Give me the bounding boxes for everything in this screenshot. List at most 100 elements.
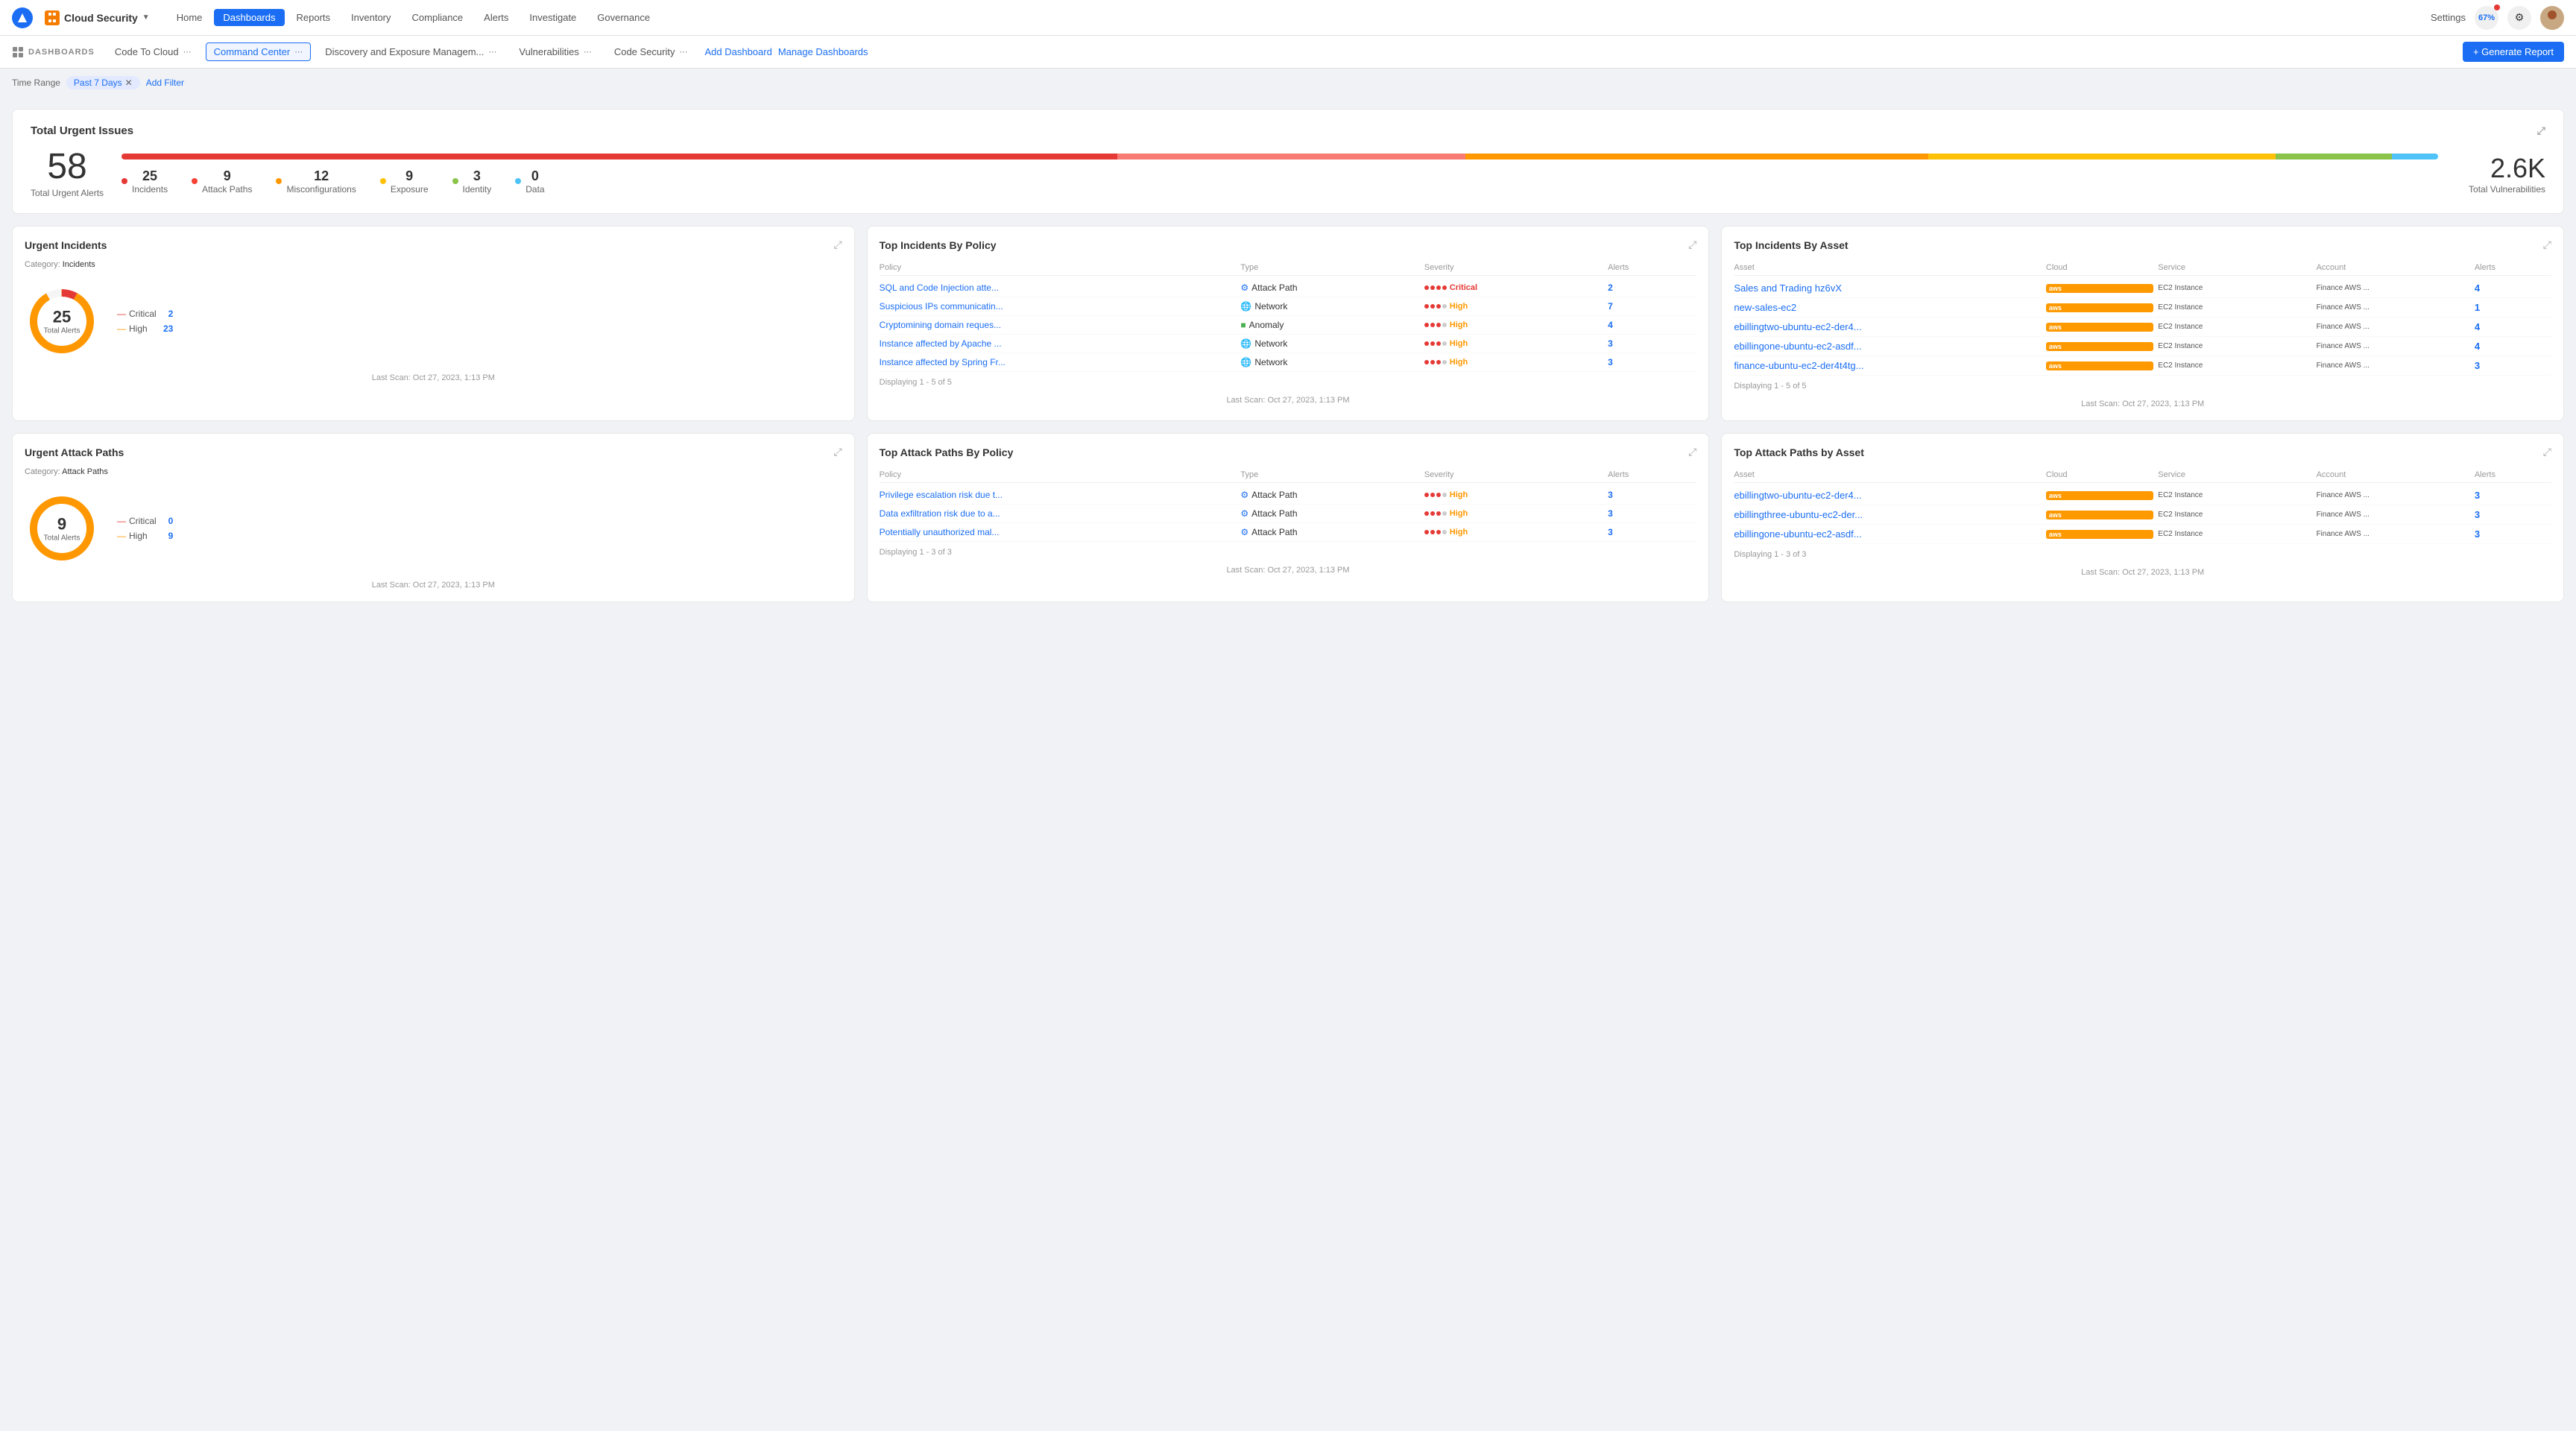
asset-alerts-1[interactable]: 4 xyxy=(2475,282,2551,294)
progress-incidents xyxy=(121,154,1117,159)
category-misconfig: 12 Misconfigurations xyxy=(276,168,356,195)
asset-alerts-4[interactable]: 4 xyxy=(2475,341,2551,352)
filter-tag-remove[interactable]: ✕ xyxy=(125,78,133,88)
dashboard-tabs-bar: DASHBOARDS Code To Cloud ⋯ Command Cente… xyxy=(0,36,2576,69)
attack-high-dash: — xyxy=(117,531,126,541)
attack-asset-alerts-1[interactable]: 3 xyxy=(2475,490,2551,501)
severity-badge-2: High xyxy=(1424,302,1602,311)
manage-dashboards-link[interactable]: Manage Dashboards xyxy=(778,46,868,57)
asset-link-5[interactable]: finance-ubuntu-ec2-der4t4tg... xyxy=(1734,360,2042,371)
tab-command-center[interactable]: Command Center ⋯ xyxy=(206,42,312,61)
policy-link-4[interactable]: Instance affected by Apache ... xyxy=(880,338,1235,349)
product-switcher[interactable]: Cloud Security ▼ xyxy=(45,10,150,25)
tab-discovery[interactable]: Discovery and Exposure Managem... ⋯ xyxy=(317,42,505,61)
main-content: Total Urgent Issues ⤢ 58 Total Urgent Al… xyxy=(0,97,2576,626)
top-attack-asset-expand[interactable]: ⤢ xyxy=(2543,446,2551,458)
nav-reports[interactable]: Reports xyxy=(288,9,340,26)
asset-link-1[interactable]: Sales and Trading hz6vX xyxy=(1734,282,2042,294)
tab-code-to-cloud[interactable]: Code To Cloud ⋯ xyxy=(107,42,200,61)
attack-policy-row-3: Potentially unauthorized mal... ⚙ Attack… xyxy=(880,523,1697,542)
asset-alerts-2[interactable]: 1 xyxy=(2475,302,2551,313)
attack-asset-link-1[interactable]: ebillingtwo-ubuntu-ec2-der4... xyxy=(1734,490,2042,501)
tab-code-to-cloud-menu[interactable]: ⋯ xyxy=(183,47,192,57)
urgent-issues-expand[interactable]: ⤢ xyxy=(2537,124,2545,137)
total-vulns-block: 2.6K Total Vulnerabilities xyxy=(2456,153,2545,195)
alerts-count-3[interactable]: 4 xyxy=(1608,320,1696,330)
tab-vulnerabilities[interactable]: Vulnerabilities ⋯ xyxy=(511,42,599,61)
urgent-attack-paths-expand[interactable]: ⤢ xyxy=(833,446,842,458)
high-dash: — xyxy=(117,323,126,334)
add-dashboard-link[interactable]: Add Dashboard xyxy=(704,46,771,57)
critical-count[interactable]: 2 xyxy=(168,309,174,319)
gear-icon-btn[interactable]: ⚙ xyxy=(2507,6,2531,30)
service-1: EC2 Instance xyxy=(2158,284,2311,292)
tab-vulnerabilities-menu[interactable]: ⋯ xyxy=(584,47,592,57)
severity-row-critical: — Critical 2 xyxy=(117,306,173,321)
nav-alerts[interactable]: Alerts xyxy=(475,9,517,26)
attack-policy-row-1: Privilege escalation risk due t... ⚙ Att… xyxy=(880,486,1697,505)
percentage-icon-btn[interactable]: 67% xyxy=(2475,6,2498,30)
policy-link-2[interactable]: Suspicious IPs communicatin... xyxy=(880,301,1235,312)
top-incidents-asset-expand[interactable]: ⤢ xyxy=(2543,238,2551,251)
urgent-incidents-donut: 25 Total Alerts xyxy=(25,284,99,358)
policy-link-5[interactable]: Instance affected by Spring Fr... xyxy=(880,357,1235,367)
attack-asset-link-3[interactable]: ebillingone-ubuntu-ec2-asdf... xyxy=(1734,528,2042,540)
misconfig-dot xyxy=(276,178,282,184)
alerts-count-4[interactable]: 3 xyxy=(1608,338,1696,349)
nav-compliance[interactable]: Compliance xyxy=(403,9,473,26)
total-alerts-label: Total Urgent Alerts xyxy=(31,188,104,198)
policy-link-1[interactable]: SQL and Code Injection atte... xyxy=(880,282,1235,293)
nav-dashboards[interactable]: Dashboards xyxy=(214,9,284,26)
policy-row-2: Suspicious IPs communicatin... 🌐 Network… xyxy=(880,297,1697,316)
attack-policy-link-2[interactable]: Data exfiltration risk due to a... xyxy=(880,508,1235,519)
filter-label: Time Range xyxy=(12,78,60,88)
attack-alerts-2[interactable]: 3 xyxy=(1608,508,1696,519)
severity-badge-1: Critical xyxy=(1424,283,1602,292)
tab-code-security-menu[interactable]: ⋯ xyxy=(679,47,687,57)
user-avatar[interactable] xyxy=(2540,6,2564,30)
top-incidents-policy-expand[interactable]: ⤢ xyxy=(1688,238,1696,251)
attack-alerts-3[interactable]: 3 xyxy=(1608,527,1696,537)
filter-tag-time-range[interactable]: Past 7 Days ✕ xyxy=(66,76,140,89)
attack-account-3: Finance AWS ... xyxy=(2317,530,2470,538)
urgent-issues-card: Total Urgent Issues ⤢ 58 Total Urgent Al… xyxy=(12,109,2564,214)
attack-high-count[interactable]: 9 xyxy=(168,531,174,541)
attack-asset-alerts-3[interactable]: 3 xyxy=(2475,528,2551,540)
policy-link-3[interactable]: Cryptomining domain reques... xyxy=(880,320,1235,330)
alerts-count-2[interactable]: 7 xyxy=(1608,301,1696,312)
logo[interactable] xyxy=(12,7,33,28)
asset-link-4[interactable]: ebillingone-ubuntu-ec2-asdf... xyxy=(1734,341,2042,352)
attack-asset-link-2[interactable]: ebillingthree-ubuntu-ec2-der... xyxy=(1734,509,2042,520)
attack-asset-scan-time: Last Scan: Oct 27, 2023, 1:13 PM xyxy=(1734,568,2551,577)
attack-critical-count[interactable]: 0 xyxy=(168,516,174,526)
attack-policy-link-3[interactable]: Potentially unauthorized mal... xyxy=(880,527,1235,537)
severity-badge-3: High xyxy=(1424,320,1602,329)
categories: 25 Incidents 9 Attack Paths xyxy=(121,168,2438,195)
generate-report-button[interactable]: + Generate Report xyxy=(2463,42,2564,62)
high-count[interactable]: 23 xyxy=(163,323,173,334)
attack-alerts-1[interactable]: 3 xyxy=(1608,490,1696,500)
attack-asset-alerts-2[interactable]: 3 xyxy=(2475,509,2551,520)
policy-row-5: Instance affected by Spring Fr... 🌐 Netw… xyxy=(880,353,1697,372)
nav-investigate[interactable]: Investigate xyxy=(520,9,585,26)
alerts-count-1[interactable]: 2 xyxy=(1608,282,1696,293)
asset-link-3[interactable]: ebillingtwo-ubuntu-ec2-der4... xyxy=(1734,321,2042,332)
attack-policy-row-2: Data exfiltration risk due to a... ⚙ Att… xyxy=(880,505,1697,523)
settings-link[interactable]: Settings xyxy=(2431,12,2466,23)
nav-governance[interactable]: Governance xyxy=(588,9,659,26)
asset-alerts-3[interactable]: 4 xyxy=(2475,321,2551,332)
account-3: Finance AWS ... xyxy=(2317,323,2470,331)
tab-code-security[interactable]: Code Security ⋯ xyxy=(606,42,696,61)
asset-link-2[interactable]: new-sales-ec2 xyxy=(1734,302,2042,313)
tab-command-center-menu[interactable]: ⋯ xyxy=(294,47,303,57)
nav-home[interactable]: Home xyxy=(168,9,212,26)
incidents-row: Urgent Incidents ⤢ Category: Incidents 2… xyxy=(12,226,2564,421)
urgent-incidents-expand[interactable]: ⤢ xyxy=(833,238,842,251)
top-attack-policy-expand[interactable]: ⤢ xyxy=(1688,446,1696,458)
asset-alerts-5[interactable]: 3 xyxy=(2475,360,2551,371)
nav-inventory[interactable]: Inventory xyxy=(342,9,400,26)
tab-discovery-menu[interactable]: ⋯ xyxy=(488,47,496,57)
add-filter-link[interactable]: Add Filter xyxy=(146,78,184,88)
attack-policy-link-1[interactable]: Privilege escalation risk due t... xyxy=(880,490,1235,500)
alerts-count-5[interactable]: 3 xyxy=(1608,357,1696,367)
